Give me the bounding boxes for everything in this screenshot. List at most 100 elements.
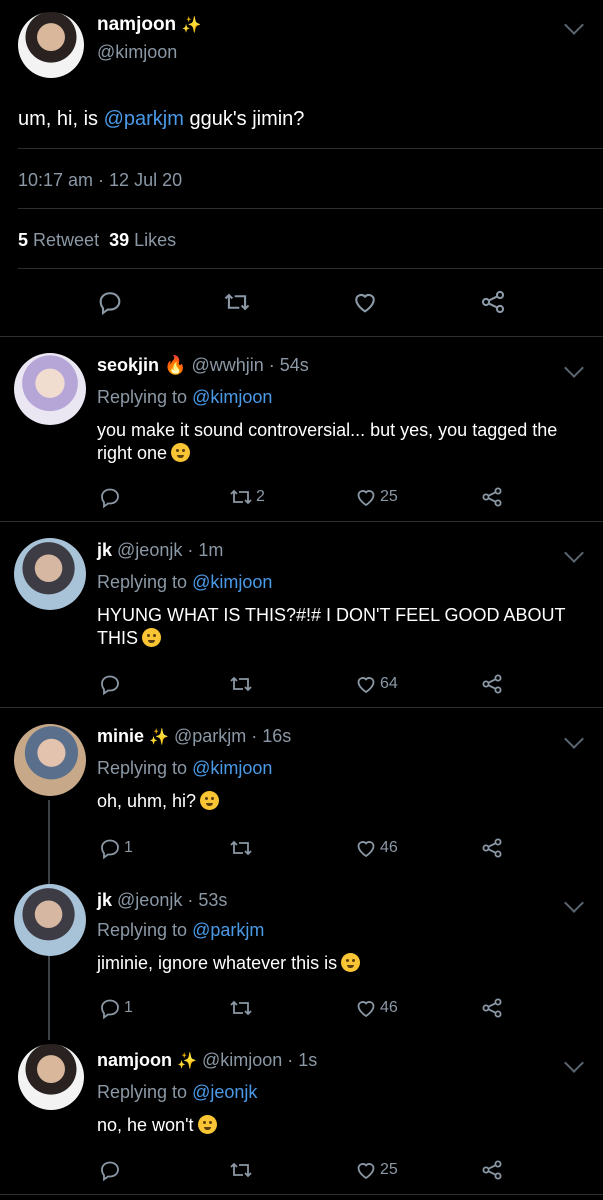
thinking-emoji-icon [171, 443, 191, 462]
share-icon [482, 1160, 502, 1180]
retweet-icon [230, 1162, 252, 1178]
chevron-down-icon[interactable] [564, 729, 584, 749]
avatar[interactable] [14, 538, 86, 610]
reply-button[interactable] [98, 672, 122, 696]
reply-time: 53s [198, 890, 228, 910]
tweet-timestamp[interactable]: 10:17 am · 12 Jul 20 [18, 170, 182, 191]
replying-to: Replying to @kimjoon [97, 758, 273, 778]
author-name[interactable]: namjoon [97, 1050, 172, 1070]
reply-text: jiminie, ignore whatever this is [97, 952, 587, 975]
reply-time: 1s [298, 1050, 318, 1070]
reply-time: 1m [198, 540, 224, 560]
share-button[interactable] [478, 288, 508, 316]
author-name[interactable]: jk [97, 540, 112, 560]
avatar[interactable] [14, 353, 86, 425]
retweet-button[interactable] [228, 672, 254, 696]
likes-stat[interactable]: 39 Likes [109, 230, 176, 250]
chevron-down-icon[interactable] [564, 893, 584, 913]
mention-link[interactable]: @kimjoon [192, 572, 272, 592]
author-handle[interactable]: @wwhjin [191, 355, 263, 375]
reply-button[interactable] [98, 485, 124, 509]
like-button[interactable]: 46 [354, 996, 398, 1020]
retweet-button[interactable] [228, 1158, 254, 1182]
reply-tweet: namjoon ✨ @kimjoon · 1s Replying to @jeo… [0, 1032, 603, 1194]
author-handle[interactable]: @jeonjk [117, 890, 182, 910]
like-button[interactable]: 25 [354, 485, 398, 509]
reply-header: minie ✨ @parkjm · 16s [97, 726, 292, 746]
chevron-down-icon[interactable] [564, 1053, 584, 1073]
share-button[interactable] [480, 996, 504, 1020]
reply-button[interactable]: 1 [98, 836, 133, 860]
reply-button[interactable] [96, 288, 124, 316]
replying-to: Replying to @parkjm [97, 920, 265, 940]
replying-to: Replying to @jeonjk [97, 1082, 258, 1102]
reply-icon [101, 839, 119, 860]
like-button[interactable] [350, 288, 380, 316]
reply-button[interactable] [98, 1158, 122, 1182]
author-handle[interactable]: @parkjm [174, 726, 246, 746]
retweet-button[interactable] [228, 996, 254, 1020]
avatar[interactable] [18, 12, 84, 78]
share-button[interactable] [480, 485, 504, 509]
like-count: 25 [380, 488, 398, 505]
heart-icon [357, 841, 375, 858]
chevron-down-icon[interactable] [564, 358, 584, 378]
share-button[interactable] [480, 1158, 504, 1182]
like-button[interactable]: 46 [354, 836, 398, 860]
reply-icon [101, 999, 119, 1020]
reply-text: you make it sound controversial... but y… [97, 420, 558, 463]
mention-link[interactable]: @parkjm [104, 108, 184, 130]
retweet-stat[interactable]: 5 Retweet [18, 230, 99, 250]
mention-link[interactable]: @kimjoon [192, 758, 272, 778]
replying-to: Replying to @kimjoon [97, 387, 273, 407]
avatar[interactable] [14, 724, 86, 796]
chevron-down-icon[interactable] [564, 543, 584, 563]
author-name[interactable]: jk [97, 890, 112, 910]
tweet-text: um, hi, is @parkjm gguk's jimin? [18, 108, 305, 130]
author-handle[interactable]: @jeonjk [117, 540, 182, 560]
retweet-button[interactable] [228, 836, 254, 860]
like-button[interactable]: 25 [354, 1158, 398, 1182]
yum-face-emoji-icon [197, 1115, 217, 1134]
avatar[interactable] [18, 1044, 84, 1110]
share-button[interactable] [480, 672, 504, 696]
retweet-icon [230, 489, 252, 505]
author-line: namjoon ✨ [97, 14, 201, 36]
mention-link[interactable]: @parkjm [192, 920, 264, 940]
retweet-count: 2 [256, 488, 265, 505]
mention-link[interactable]: @jeonjk [192, 1082, 257, 1102]
reply-time: 16s [262, 726, 292, 746]
like-button[interactable]: 64 [354, 672, 398, 696]
heart-icon [355, 293, 375, 313]
reply-header: jk @jeonjk · 53s [97, 890, 228, 910]
reply-button[interactable]: 1 [98, 996, 133, 1020]
retweet-button[interactable]: 2 [228, 485, 265, 509]
mention-link[interactable]: @kimjoon [192, 387, 272, 407]
reply-tweet: jk @jeonjk · 1m Replying to @kimjoon HYU… [0, 522, 603, 707]
author-handle[interactable]: @kimjoon [97, 42, 177, 63]
retweet-icon [230, 1000, 252, 1016]
retweet-icon [224, 293, 250, 311]
reply-header: seokjin 🔥 @wwhjin · 54s [97, 355, 309, 375]
author-name[interactable]: seokjin [97, 355, 159, 375]
reply-text: oh, uhm, hi? [97, 790, 587, 813]
fire-icon: 🔥 [164, 355, 187, 375]
reply-text: HYUNG WHAT IS THIS?#!# I DON'T FEEL GOOD… [97, 605, 566, 648]
share-icon [482, 998, 502, 1018]
replying-to: Replying to @kimjoon [97, 572, 273, 592]
author-name[interactable]: minie [97, 726, 144, 746]
reply-count: 1 [124, 999, 133, 1016]
heart-icon [357, 677, 375, 694]
author-name[interactable]: namjoon [97, 14, 176, 35]
chevron-down-icon[interactable] [564, 15, 584, 35]
reply-tweet: jk @jeonjk · 53s Replying to @parkjm jim… [0, 872, 603, 1032]
retweet-icon [230, 840, 252, 856]
sparkle-icon: ✨ [177, 1053, 197, 1070]
like-count: 25 [380, 1161, 398, 1178]
like-count: 46 [380, 839, 398, 856]
share-button[interactable] [480, 836, 504, 860]
retweet-button[interactable] [222, 288, 252, 316]
retweet-icon [230, 676, 252, 692]
avatar[interactable] [14, 884, 86, 956]
author-handle[interactable]: @kimjoon [202, 1050, 282, 1070]
